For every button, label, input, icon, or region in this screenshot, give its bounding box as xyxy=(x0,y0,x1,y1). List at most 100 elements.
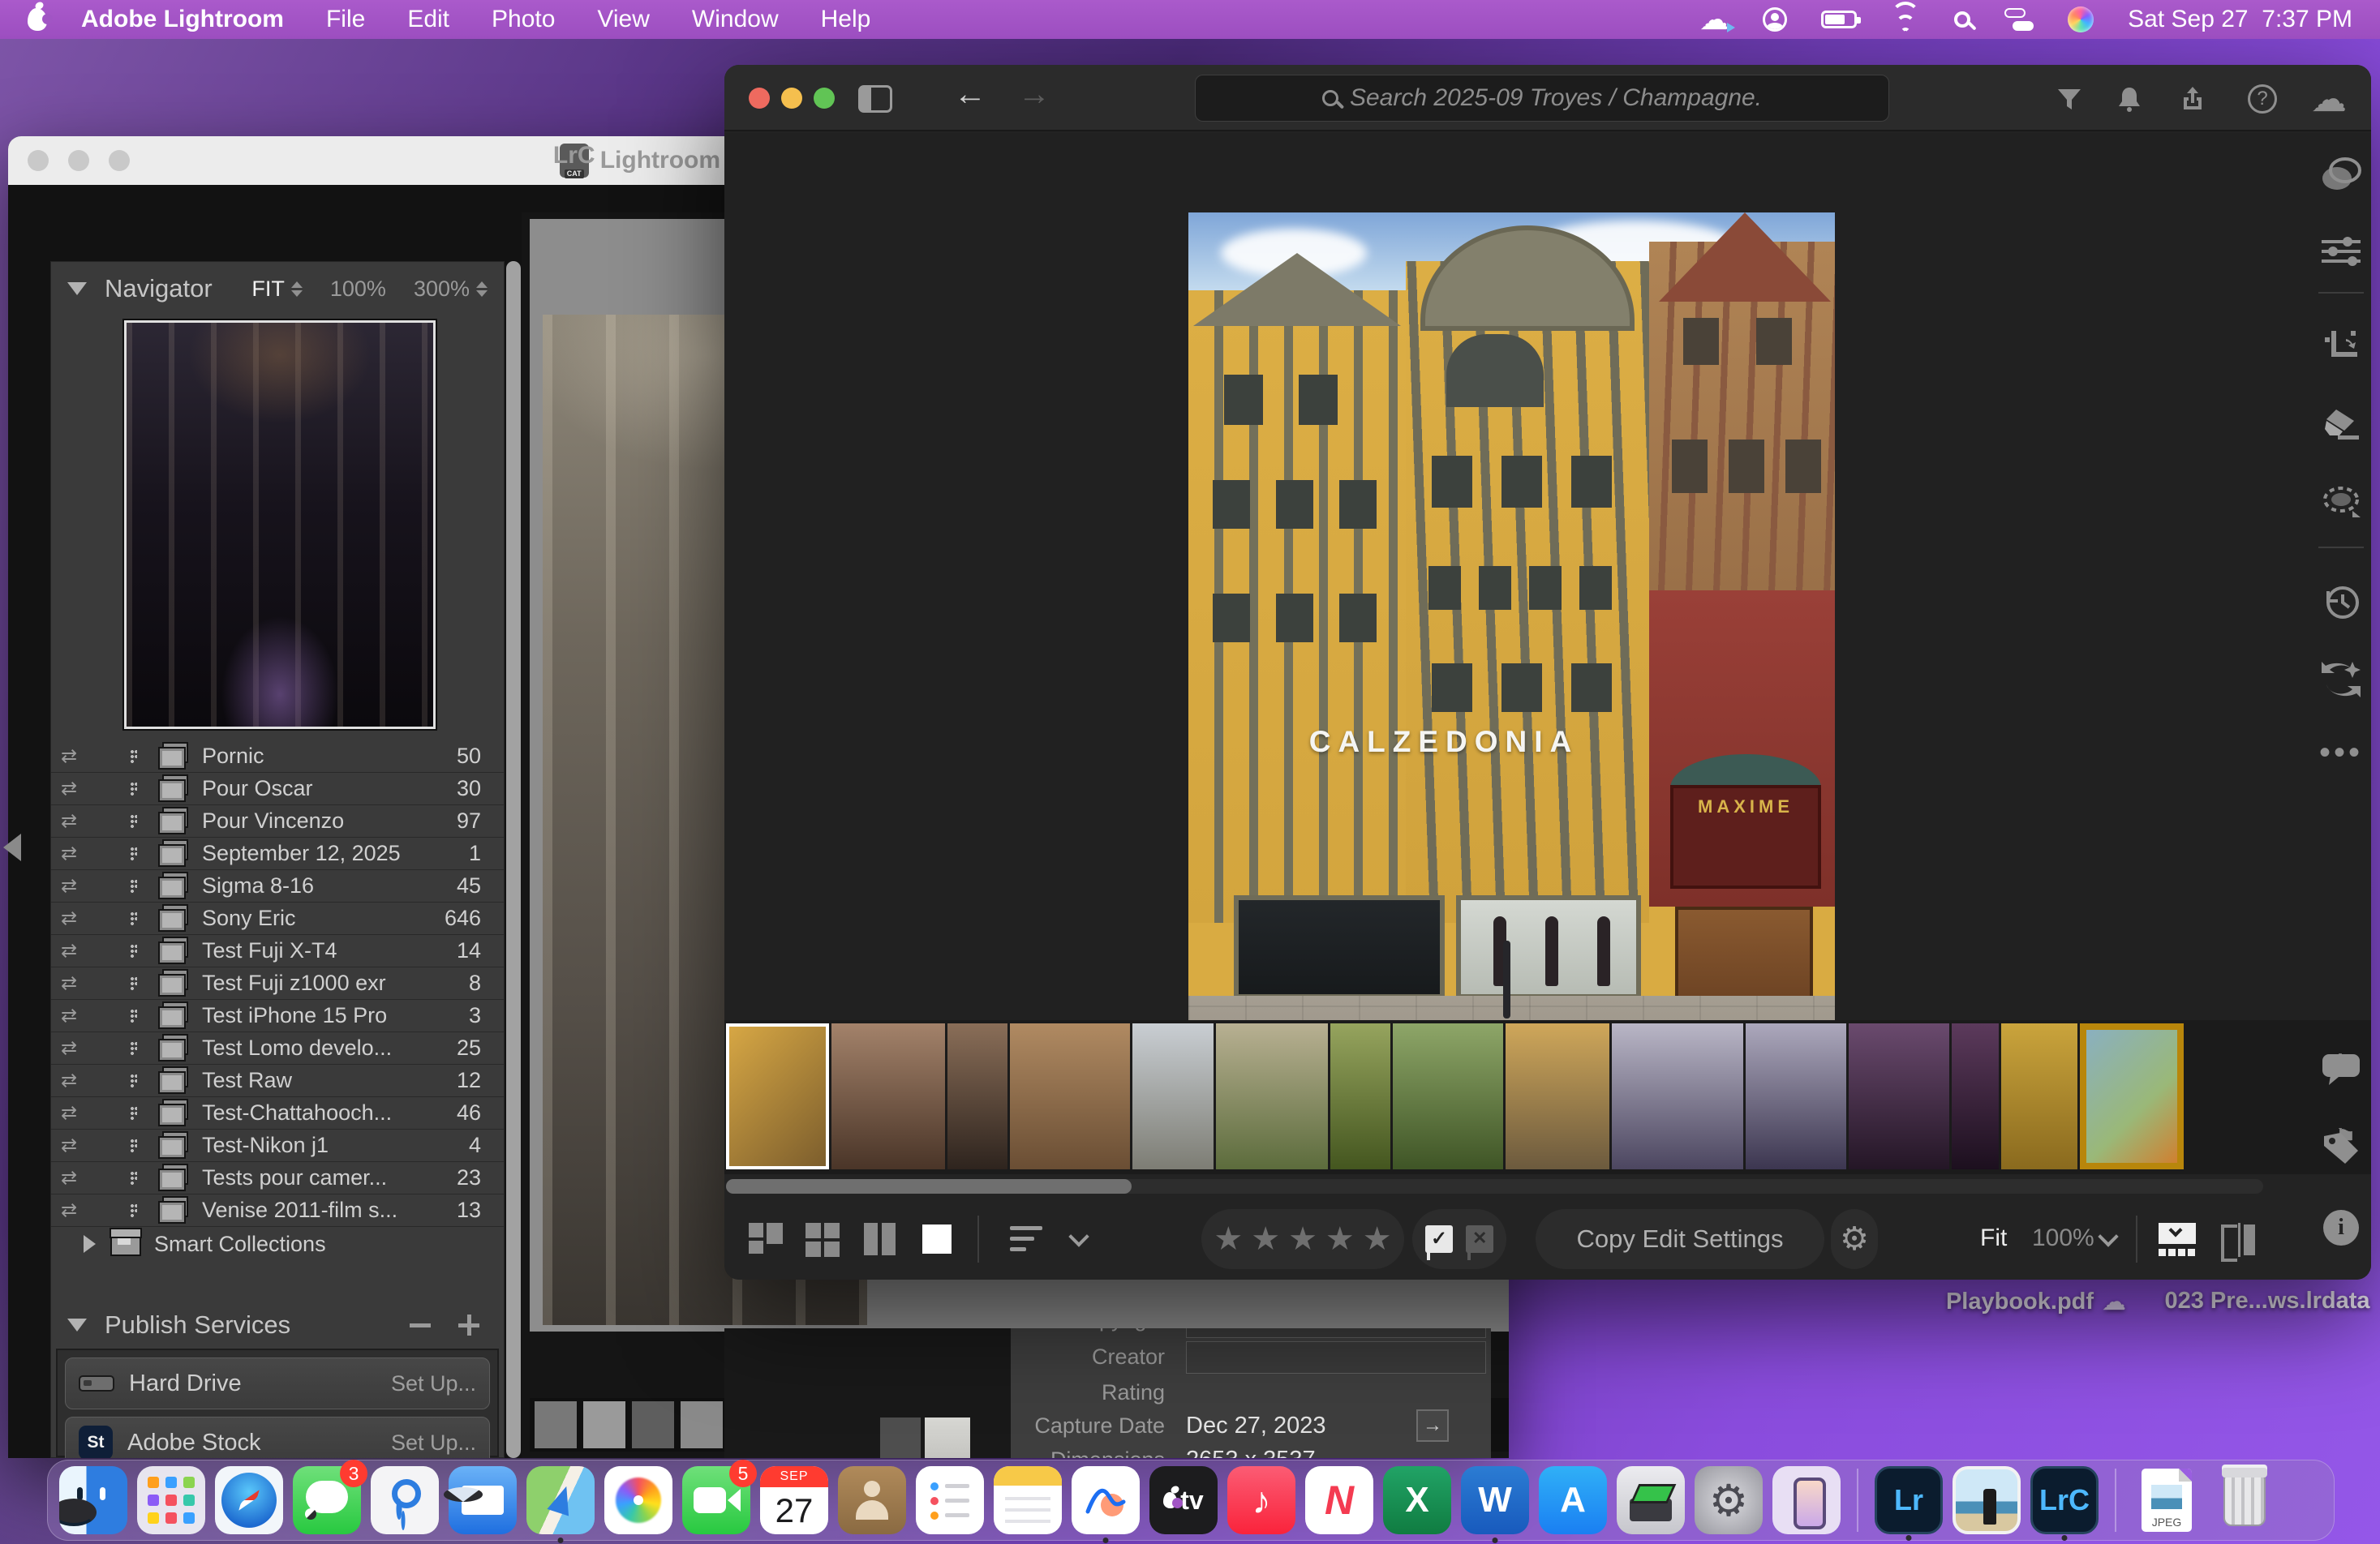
lr-close-button[interactable] xyxy=(749,88,770,109)
lrc-panel-scrollbar[interactable] xyxy=(506,261,521,1458)
dock-lightroom[interactable]: Lr xyxy=(1875,1466,1943,1534)
dock-messages[interactable]: 3 xyxy=(293,1466,361,1534)
menu-clock[interactable]: Sat Sep 27 7:37 PM xyxy=(2128,6,2352,33)
collection-row[interactable]: ⇄Test iPhone 15 Pro3 xyxy=(51,1000,504,1032)
search-input[interactable]: Search 2025-09 Troyes / Champagne. xyxy=(1195,75,1889,122)
star-icon[interactable]: ★ xyxy=(1325,1220,1355,1258)
dock-music[interactable]: ♪ xyxy=(1227,1466,1295,1534)
filmstrip-thumbnail[interactable] xyxy=(1952,1023,1999,1169)
collection-row[interactable]: ⇄Pornic50 xyxy=(51,740,504,773)
lr-zoom-button[interactable] xyxy=(814,88,835,109)
collapse-triangle-icon[interactable] xyxy=(67,1319,87,1332)
expand-triangle-icon[interactable] xyxy=(84,1235,96,1253)
filmstrip-thumbnail[interactable] xyxy=(1849,1023,1949,1169)
collection-row[interactable]: ⇄Sigma 8-1645 xyxy=(51,870,504,903)
presets-icon[interactable] xyxy=(2312,150,2370,199)
filmstrip-thumbnail[interactable] xyxy=(1216,1023,1328,1169)
collection-row[interactable]: ⇄Venise 2011-film s...13 xyxy=(51,1194,504,1227)
filmstrip-thumbnail[interactable] xyxy=(1010,1023,1130,1169)
flag-controls[interactable] xyxy=(1412,1209,1506,1269)
zoom-chevron-icon[interactable] xyxy=(2098,1226,2118,1246)
wifi-icon[interactable] xyxy=(1891,8,1920,31)
sync-enhance-icon[interactable] xyxy=(2312,655,2370,704)
zoom-level[interactable]: 100% xyxy=(2032,1224,2094,1252)
masking-icon[interactable] xyxy=(2312,477,2370,525)
navigator-fit-button[interactable]: FIT xyxy=(251,277,285,302)
dock-launchpad[interactable] xyxy=(137,1466,205,1534)
add-service-button[interactable] xyxy=(458,1315,479,1336)
menu-file[interactable]: File xyxy=(326,6,365,33)
healing-eraser-icon[interactable] xyxy=(2312,400,2370,448)
collection-row[interactable]: ⇄Test Lomo develo...25 xyxy=(51,1032,504,1065)
dock-excel[interactable]: X xyxy=(1383,1466,1451,1534)
notifications-bell-icon[interactable] xyxy=(2113,83,2146,115)
spotlight-icon[interactable] xyxy=(1954,11,1970,28)
publish-service-adobe-stock[interactable]: St Adobe Stock Set Up... xyxy=(65,1417,490,1458)
filmstrip-thumbnail[interactable] xyxy=(1612,1023,1743,1169)
copy-edit-settings-button[interactable]: Copy Edit Settings xyxy=(1536,1209,1824,1269)
lr-minimize-button[interactable] xyxy=(781,88,802,109)
navigator-zoom-100[interactable]: 100% xyxy=(330,277,386,302)
version-history-icon[interactable] xyxy=(2312,578,2370,627)
lrc-filmstrip-thumbnail[interactable] xyxy=(535,1401,577,1448)
edit-settings-gear-button[interactable]: ⚙ xyxy=(1831,1209,1878,1269)
menu-help[interactable]: Help xyxy=(821,6,871,33)
filmstrip-scrollbar[interactable] xyxy=(726,1179,2263,1194)
filmstrip-thumbnail[interactable] xyxy=(1330,1023,1390,1169)
apple-menu-icon[interactable] xyxy=(28,8,47,31)
filmstrip-thumbnail[interactable] xyxy=(947,1023,1007,1169)
flag-pick-button[interactable] xyxy=(1425,1225,1453,1253)
remove-service-button[interactable] xyxy=(410,1323,431,1327)
navigator-header[interactable]: Navigator FIT 100% 300% xyxy=(51,262,504,315)
main-photo[interactable]: CALZEDONIA MAXIME xyxy=(1188,212,1835,1070)
collection-row[interactable]: ⇄Tests pour camer...23 xyxy=(51,1162,504,1194)
filmstrip-thumbnail-painting[interactable] xyxy=(2080,1023,2184,1169)
sort-chevron-icon[interactable] xyxy=(1068,1226,1089,1246)
zoom-stepper-icon[interactable] xyxy=(476,281,488,297)
navigator-zoom-300[interactable]: 300% xyxy=(414,277,470,302)
dock-news[interactable]: N xyxy=(1305,1466,1373,1534)
dock-jpeg-file[interactable]: JPEG xyxy=(2133,1466,2201,1534)
collection-row[interactable]: ⇄Test Fuji X-T414 xyxy=(51,935,504,967)
dock-scanner-app[interactable] xyxy=(1617,1466,1685,1534)
menu-window[interactable]: Window xyxy=(692,6,779,33)
collection-row[interactable]: ⇄September 12, 20251 xyxy=(51,838,504,870)
publish-services-header[interactable]: Publish Services xyxy=(51,1302,504,1348)
view-masonry-icon[interactable] xyxy=(749,1221,784,1257)
filmstrip-thumbnail[interactable] xyxy=(2001,1023,2077,1169)
lrc-filmstrip-thumbnail[interactable] xyxy=(632,1401,674,1448)
dock-facetime[interactable]: 5 xyxy=(682,1466,750,1534)
lrc-filmstrip-thumbnail[interactable] xyxy=(681,1401,723,1448)
dock-reminders[interactable] xyxy=(916,1466,984,1534)
navigator-preview-image[interactable] xyxy=(124,320,436,729)
dock-contacts[interactable] xyxy=(838,1466,906,1534)
dock-notes[interactable] xyxy=(994,1466,1062,1534)
keywords-tag-icon[interactable] xyxy=(2312,1123,2370,1172)
dock-maps[interactable] xyxy=(526,1466,595,1534)
help-icon[interactable]: ? xyxy=(2246,83,2279,115)
dock-finder[interactable] xyxy=(59,1466,127,1534)
battery-icon[interactable] xyxy=(1821,11,1857,28)
view-grid-icon[interactable] xyxy=(806,1221,841,1257)
share-icon[interactable] xyxy=(2176,83,2209,115)
lrc-filmstrip-thumbnail[interactable] xyxy=(583,1401,625,1448)
smart-collections-row[interactable]: Smart Collections xyxy=(51,1227,504,1261)
filmstrip-thumbnail[interactable] xyxy=(831,1023,945,1169)
creator-field[interactable] xyxy=(1186,1341,1486,1374)
desktop-file-lrdata[interactable]: 023 Pre...ws.lrdata xyxy=(2150,1288,2380,1315)
control-center-icon[interactable] xyxy=(2004,8,2034,31)
collection-row[interactable]: ⇄Test Raw12 xyxy=(51,1065,504,1097)
edit-sliders-icon[interactable] xyxy=(2312,227,2370,276)
scrollbar-thumb[interactable] xyxy=(726,1179,1132,1194)
collapse-triangle-icon[interactable] xyxy=(67,282,87,295)
filmstrip-thumbnail[interactable] xyxy=(1506,1023,1609,1169)
siri-icon[interactable] xyxy=(2068,6,2094,32)
set-up-link[interactable]: Set Up... xyxy=(391,1371,476,1396)
panel-collapse-arrow[interactable] xyxy=(3,834,21,861)
copyright-field[interactable] xyxy=(1186,1328,1486,1338)
star-icon[interactable]: ★ xyxy=(1251,1220,1280,1258)
view-compare-icon[interactable] xyxy=(862,1221,898,1257)
collection-row[interactable]: ⇄Test-Chattahooch...46 xyxy=(51,1097,504,1130)
account-icon[interactable] xyxy=(1763,7,1787,32)
view-detail-icon[interactable] xyxy=(919,1221,955,1257)
